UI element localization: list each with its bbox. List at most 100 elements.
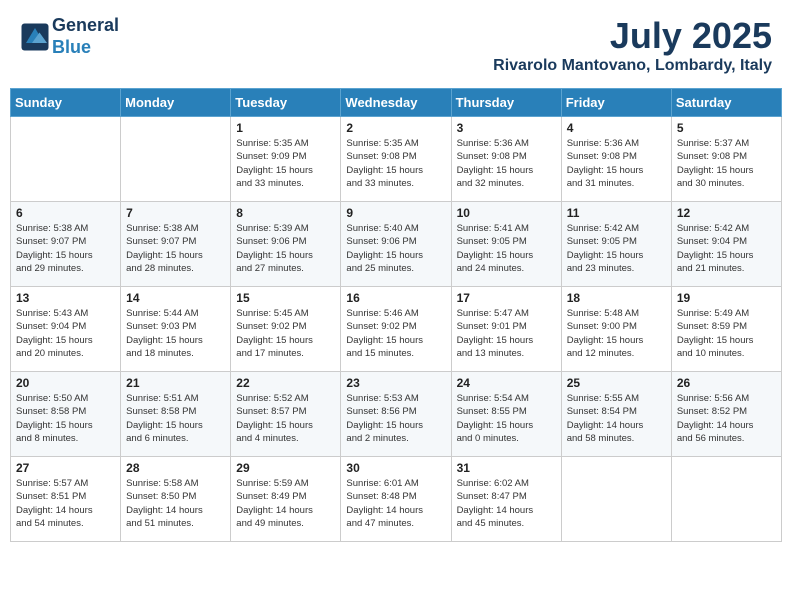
calendar-cell: 6 Sunrise: 5:38 AM Sunset: 9:07 PM Daylig… [11, 202, 121, 287]
cell-info-text: Sunrise: 5:36 AM Sunset: 9:08 PM Dayligh… [457, 137, 556, 190]
cell-day-number: 17 [457, 291, 556, 305]
cell-info-text: Sunrise: 5:46 AM Sunset: 9:02 PM Dayligh… [346, 307, 445, 360]
calendar: SundayMondayTuesdayWednesdayThursdayFrid… [10, 88, 782, 542]
cell-info-text: Sunrise: 5:56 AM Sunset: 8:52 PM Dayligh… [677, 392, 776, 445]
calendar-cell: 5Sunrise: 5:37 AM Sunset: 9:08 PM Daylig… [671, 117, 781, 202]
cell-info-text: Sunrise: 5:42 AM Sunset: 9:05 PM Dayligh… [567, 222, 666, 275]
cell-info-text: Sunrise: 5:50 AM Sunset: 8:58 PM Dayligh… [16, 392, 115, 445]
cell-info-text: Sunrise: 6:02 AM Sunset: 8:47 PM Dayligh… [457, 477, 556, 530]
calendar-cell: 23 Sunrise: 5:53 AM Sunset: 8:56 PM Dayli… [341, 372, 451, 457]
cell-info-text: Sunrise: 5:58 AM Sunset: 8:50 PM Dayligh… [126, 477, 225, 530]
cell-day-number: 28 [126, 461, 225, 475]
calendar-cell [561, 457, 671, 542]
weekday-header-saturday: Saturday [671, 89, 781, 117]
cell-info-text: Sunrise: 5:39 AM Sunset: 9:06 PM Dayligh… [236, 222, 335, 275]
cell-day-number: 12 [677, 206, 776, 220]
calendar-cell: 14 Sunrise: 5:44 AM Sunset: 9:03 PM Dayli… [121, 287, 231, 372]
location-title: Rivarolo Mantovano, Lombardy, Italy [493, 57, 772, 75]
cell-info-text: Sunrise: 5:49 AM Sunset: 8:59 PM Dayligh… [677, 307, 776, 360]
calendar-cell: 21 Sunrise: 5:51 AM Sunset: 8:58 PM Dayli… [121, 372, 231, 457]
cell-day-number: 6 [16, 206, 115, 220]
cell-day-number: 19 [677, 291, 776, 305]
cell-day-number: 15 [236, 291, 335, 305]
calendar-cell: 4Sunrise: 5:36 AM Sunset: 9:08 PM Daylig… [561, 117, 671, 202]
weekday-header-tuesday: Tuesday [231, 89, 341, 117]
weekday-header-row: SundayMondayTuesdayWednesdayThursdayFrid… [11, 89, 782, 117]
cell-day-number: 16 [346, 291, 445, 305]
cell-info-text: Sunrise: 5:51 AM Sunset: 8:58 PM Dayligh… [126, 392, 225, 445]
weekday-header-wednesday: Wednesday [341, 89, 451, 117]
cell-day-number: 31 [457, 461, 556, 475]
calendar-cell: 17 Sunrise: 5:47 AM Sunset: 9:01 PM Dayli… [451, 287, 561, 372]
cell-info-text: Sunrise: 5:44 AM Sunset: 9:03 PM Dayligh… [126, 307, 225, 360]
logo-icon [20, 22, 50, 52]
calendar-cell: 20 Sunrise: 5:50 AM Sunset: 8:58 PM Dayli… [11, 372, 121, 457]
calendar-cell: 3 Sunrise: 5:36 AM Sunset: 9:08 PM Daylig… [451, 117, 561, 202]
calendar-cell: 15Sunrise: 5:45 AM Sunset: 9:02 PM Dayli… [231, 287, 341, 372]
calendar-cell: 29 Sunrise: 5:59 AM Sunset: 8:49 PM Dayli… [231, 457, 341, 542]
weekday-header-thursday: Thursday [451, 89, 561, 117]
cell-day-number: 5 [677, 121, 776, 135]
cell-day-number: 13 [16, 291, 115, 305]
calendar-cell: 26 Sunrise: 5:56 AM Sunset: 8:52 PM Dayli… [671, 372, 781, 457]
cell-info-text: Sunrise: 5:59 AM Sunset: 8:49 PM Dayligh… [236, 477, 335, 530]
cell-day-number: 24 [457, 376, 556, 390]
cell-day-number: 30 [346, 461, 445, 475]
logo-text: General Blue [52, 15, 119, 58]
cell-info-text: Sunrise: 5:52 AM Sunset: 8:57 PM Dayligh… [236, 392, 335, 445]
month-title: July 2025 [493, 15, 772, 57]
cell-day-number: 21 [126, 376, 225, 390]
cell-day-number: 18 [567, 291, 666, 305]
cell-info-text: Sunrise: 5:48 AM Sunset: 9:00 PM Dayligh… [567, 307, 666, 360]
cell-info-text: Sunrise: 5:53 AM Sunset: 8:56 PM Dayligh… [346, 392, 445, 445]
header: General Blue July 2025 Rivarolo Mantovan… [10, 10, 782, 80]
weekday-header-monday: Monday [121, 89, 231, 117]
weekday-header-sunday: Sunday [11, 89, 121, 117]
cell-day-number: 29 [236, 461, 335, 475]
cell-day-number: 9 [346, 206, 445, 220]
calendar-cell [121, 117, 231, 202]
cell-day-number: 26 [677, 376, 776, 390]
cell-day-number: 25 [567, 376, 666, 390]
cell-day-number: 1 [236, 121, 335, 135]
cell-day-number: 14 [126, 291, 225, 305]
calendar-cell [11, 117, 121, 202]
cell-info-text: Sunrise: 5:36 AM Sunset: 9:08 PM Dayligh… [567, 137, 666, 190]
cell-day-number: 20 [16, 376, 115, 390]
calendar-cell: 30 Sunrise: 6:01 AM Sunset: 8:48 PM Dayli… [341, 457, 451, 542]
cell-day-number: 27 [16, 461, 115, 475]
calendar-cell: 13Sunrise: 5:43 AM Sunset: 9:04 PM Dayli… [11, 287, 121, 372]
cell-day-number: 2 [346, 121, 445, 135]
weekday-header-friday: Friday [561, 89, 671, 117]
cell-day-number: 3 [457, 121, 556, 135]
calendar-cell: 1Sunrise: 5:35 AM Sunset: 9:09 PM Daylig… [231, 117, 341, 202]
cell-day-number: 23 [346, 376, 445, 390]
week-row-3: 13Sunrise: 5:43 AM Sunset: 9:04 PM Dayli… [11, 287, 782, 372]
cell-info-text: Sunrise: 5:54 AM Sunset: 8:55 PM Dayligh… [457, 392, 556, 445]
cell-info-text: Sunrise: 5:35 AM Sunset: 9:08 PM Dayligh… [346, 137, 445, 190]
cell-info-text: Sunrise: 5:38 AM Sunset: 9:07 PM Dayligh… [126, 222, 225, 275]
week-row-2: 6 Sunrise: 5:38 AM Sunset: 9:07 PM Daylig… [11, 202, 782, 287]
cell-info-text: Sunrise: 5:47 AM Sunset: 9:01 PM Dayligh… [457, 307, 556, 360]
calendar-cell: 9Sunrise: 5:40 AM Sunset: 9:06 PM Daylig… [341, 202, 451, 287]
week-row-5: 27Sunrise: 5:57 AM Sunset: 8:51 PM Dayli… [11, 457, 782, 542]
calendar-cell: 24 Sunrise: 5:54 AM Sunset: 8:55 PM Dayli… [451, 372, 561, 457]
calendar-cell: 8Sunrise: 5:39 AM Sunset: 9:06 PM Daylig… [231, 202, 341, 287]
cell-info-text: Sunrise: 5:55 AM Sunset: 8:54 PM Dayligh… [567, 392, 666, 445]
cell-day-number: 22 [236, 376, 335, 390]
cell-info-text: Sunrise: 5:42 AM Sunset: 9:04 PM Dayligh… [677, 222, 776, 275]
logo: General Blue [20, 15, 119, 58]
cell-info-text: Sunrise: 5:41 AM Sunset: 9:05 PM Dayligh… [457, 222, 556, 275]
calendar-cell: 12 Sunrise: 5:42 AM Sunset: 9:04 PM Dayli… [671, 202, 781, 287]
calendar-cell: 27Sunrise: 5:57 AM Sunset: 8:51 PM Dayli… [11, 457, 121, 542]
cell-info-text: Sunrise: 5:38 AM Sunset: 9:07 PM Dayligh… [16, 222, 115, 275]
calendar-cell: 22 Sunrise: 5:52 AM Sunset: 8:57 PM Dayli… [231, 372, 341, 457]
calendar-cell: 25 Sunrise: 5:55 AM Sunset: 8:54 PM Dayli… [561, 372, 671, 457]
calendar-cell: 10 Sunrise: 5:41 AM Sunset: 9:05 PM Dayli… [451, 202, 561, 287]
week-row-1: 1Sunrise: 5:35 AM Sunset: 9:09 PM Daylig… [11, 117, 782, 202]
logo-line2: Blue [52, 37, 91, 57]
calendar-cell: 7Sunrise: 5:38 AM Sunset: 9:07 PM Daylig… [121, 202, 231, 287]
cell-info-text: Sunrise: 6:01 AM Sunset: 8:48 PM Dayligh… [346, 477, 445, 530]
calendar-cell: 18 Sunrise: 5:48 AM Sunset: 9:00 PM Dayli… [561, 287, 671, 372]
cell-day-number: 10 [457, 206, 556, 220]
